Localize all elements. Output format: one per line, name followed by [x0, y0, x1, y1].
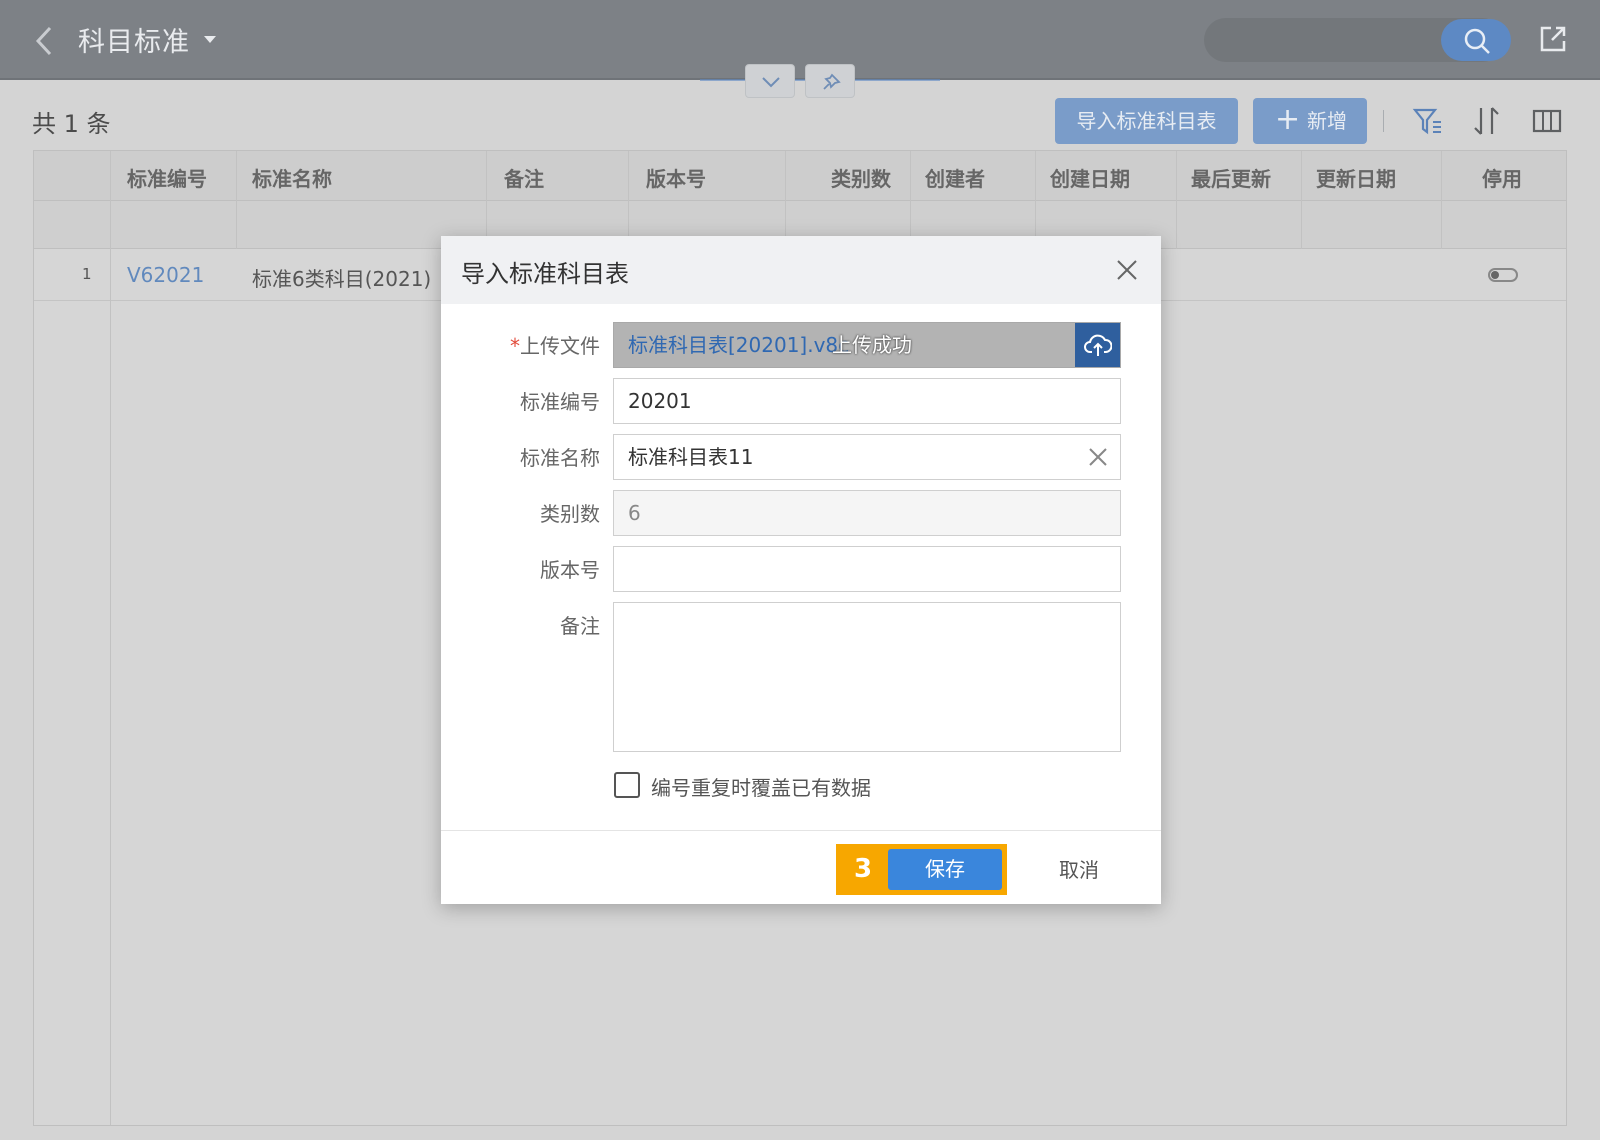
disabled-toggle[interactable]: [1488, 268, 1518, 282]
code-label: 标准编号: [520, 390, 600, 414]
sort-icon[interactable]: [1470, 104, 1504, 138]
cancel-button[interactable]: 取消: [1059, 854, 1099, 883]
column-header-last-updater[interactable]: 最后更新: [1191, 163, 1271, 192]
search-button[interactable]: [1441, 19, 1511, 61]
version-label: 版本号: [540, 558, 600, 582]
chevron-down-icon: [762, 77, 780, 88]
cell-code-link[interactable]: V62021: [127, 263, 204, 287]
top-bar: 科目标准: [0, 0, 1600, 80]
column-header-disabled[interactable]: 停用: [1482, 163, 1522, 192]
table-header: 标准编号 标准名称 备注 版本号 类别数 创建者 创建日期 最后更新 更新日期 …: [34, 151, 1566, 201]
dialog-title: 导入标准科目表: [461, 260, 629, 288]
column-header-updated-date[interactable]: 更新日期: [1316, 163, 1396, 192]
import-standard-button[interactable]: 导入标准科目表: [1055, 98, 1238, 144]
dialog-footer-divider: [441, 830, 1161, 831]
column-divider: [236, 151, 237, 249]
cell-name: 标准6类科目(2021): [252, 267, 432, 291]
collapse-header-button[interactable]: [745, 64, 795, 98]
remark-label: 备注: [560, 614, 600, 638]
column-divider: [1301, 151, 1302, 249]
clear-icon[interactable]: [1088, 447, 1108, 467]
name-input-value: 标准科目表11: [628, 445, 754, 469]
add-button-label: 新增: [1307, 109, 1347, 133]
column-divider: [1035, 151, 1036, 249]
pin-header-button[interactable]: [805, 64, 855, 98]
column-header-creator[interactable]: 创建者: [925, 163, 985, 192]
close-icon[interactable]: [1113, 256, 1141, 284]
column-header-category-count[interactable]: 类别数: [831, 163, 891, 192]
add-button[interactable]: + 新增: [1253, 98, 1367, 144]
code-input[interactable]: 20201: [613, 378, 1121, 424]
version-input[interactable]: [613, 546, 1121, 592]
upload-filename: 标准科目表[20201].v8c: [628, 333, 850, 357]
upload-status: 上传成功: [832, 333, 912, 357]
filter-icon[interactable]: [1411, 104, 1445, 138]
back-arrow-icon[interactable]: [30, 24, 58, 58]
upload-file-field[interactable]: 标准科目表[20201].v8c 上传成功: [613, 322, 1121, 368]
column-divider: [486, 151, 487, 249]
share-export-icon[interactable]: [1538, 24, 1568, 54]
column-header-created-date[interactable]: 创建日期: [1050, 163, 1130, 192]
name-input[interactable]: 标准科目表11: [613, 434, 1121, 480]
row-index: 1: [82, 265, 92, 283]
search-icon: [1464, 28, 1490, 54]
column-divider: [910, 151, 911, 249]
column-header-code[interactable]: 标准编号: [127, 163, 207, 192]
dialog-header: 导入标准科目表: [441, 236, 1161, 304]
column-header-name[interactable]: 标准名称: [252, 163, 332, 192]
plus-icon: +: [1275, 102, 1301, 137]
overwrite-checkbox[interactable]: [614, 772, 640, 798]
overwrite-checkbox-label[interactable]: 编号重复时覆盖已有数据: [651, 772, 871, 801]
category-count-label: 类别数: [540, 502, 600, 526]
column-divider: [1441, 151, 1442, 249]
columns-icon[interactable]: [1530, 104, 1564, 138]
category-count-field: 6: [613, 490, 1121, 536]
cloud-upload-icon: [1084, 334, 1112, 356]
column-header-version[interactable]: 版本号: [646, 163, 706, 192]
import-dialog: 导入标准科目表 *上传文件 标准科目表[20201].v8c 上传成功 标准编号…: [441, 236, 1161, 904]
remark-textarea[interactable]: [613, 602, 1121, 752]
save-button[interactable]: 保存: [888, 849, 1002, 890]
step-badge: 3: [853, 854, 873, 884]
page-title[interactable]: 科目标准: [78, 20, 190, 59]
column-divider: [628, 151, 629, 249]
pin-icon: [823, 73, 841, 90]
title-dropdown-caret-icon[interactable]: [204, 36, 216, 43]
upload-button[interactable]: [1075, 323, 1120, 367]
column-header-remark[interactable]: 备注: [504, 163, 544, 192]
column-divider: [110, 151, 111, 1125]
save-highlight-callout: 3 保存: [836, 844, 1007, 895]
name-label: 标准名称: [520, 446, 600, 470]
toolbar-divider: [1383, 110, 1384, 132]
column-divider: [1176, 151, 1177, 249]
record-count: 共 1 条: [32, 110, 111, 138]
upload-file-label: *上传文件: [510, 334, 600, 358]
column-divider: [785, 151, 786, 249]
